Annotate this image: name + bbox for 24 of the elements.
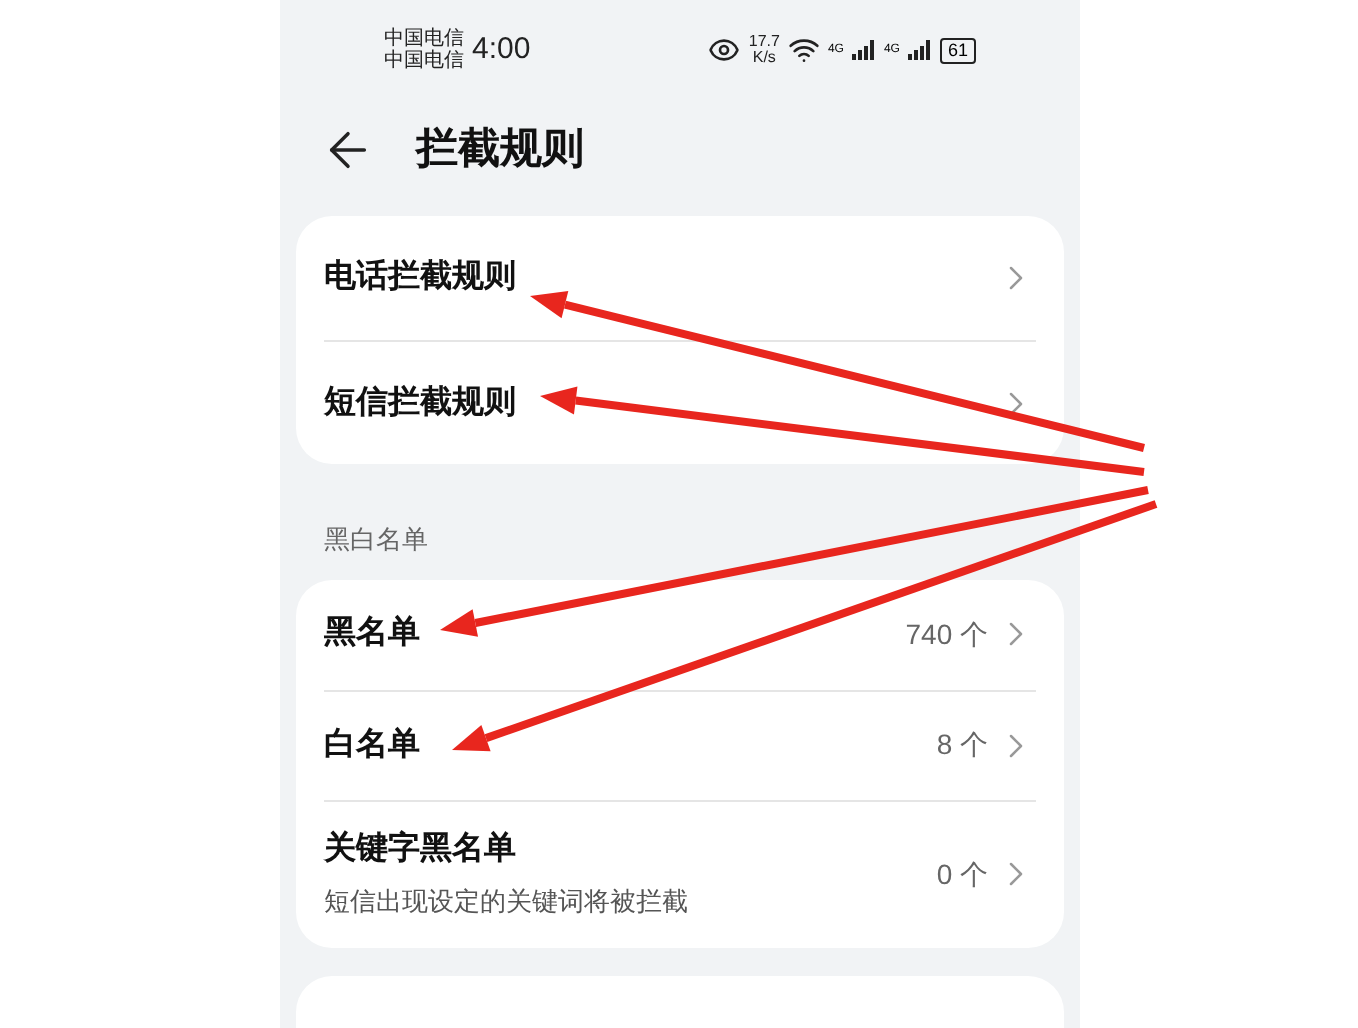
section-title: 黑白名单 — [322, 522, 430, 558]
carrier-text: 中国电信 — [384, 50, 464, 72]
status-time: 4:00 — [472, 29, 531, 70]
row-description: 短信出现设定的关键词将被拦截 — [324, 884, 688, 921]
page-title: 拦截规则 — [416, 124, 584, 177]
row-label: 黑名单 — [324, 613, 420, 654]
count-text: 8 个 — [936, 726, 988, 764]
row-label: 白名单 — [324, 725, 420, 765]
row-label: 短信拦截规则 — [324, 383, 516, 423]
row-label: 关键字黑名单 — [324, 828, 518, 871]
settings-row[interactable]: 电话拦截规则 — [324, 216, 1036, 340]
wifi-icon — [787, 34, 820, 66]
carrier-text: 中国电信 — [384, 28, 464, 50]
battery-icon: 61 — [939, 37, 976, 63]
count-text: 0 个 — [936, 855, 988, 893]
row-label: 电话拦截规则 — [324, 257, 516, 298]
count-text: 740 个 — [905, 615, 988, 653]
speed-value: 17.7 — [748, 34, 780, 50]
signal-icon — [851, 40, 876, 60]
settings-row[interactable]: 关键字黑名单 短信出现设定的关键词将被拦截 0 个 — [324, 799, 1036, 947]
speed-unit: K/s — [752, 50, 776, 66]
eye-icon — [708, 34, 741, 66]
settings-row[interactable]: 黑名单 740 个 — [324, 579, 1036, 689]
signal-icon — [907, 40, 932, 60]
